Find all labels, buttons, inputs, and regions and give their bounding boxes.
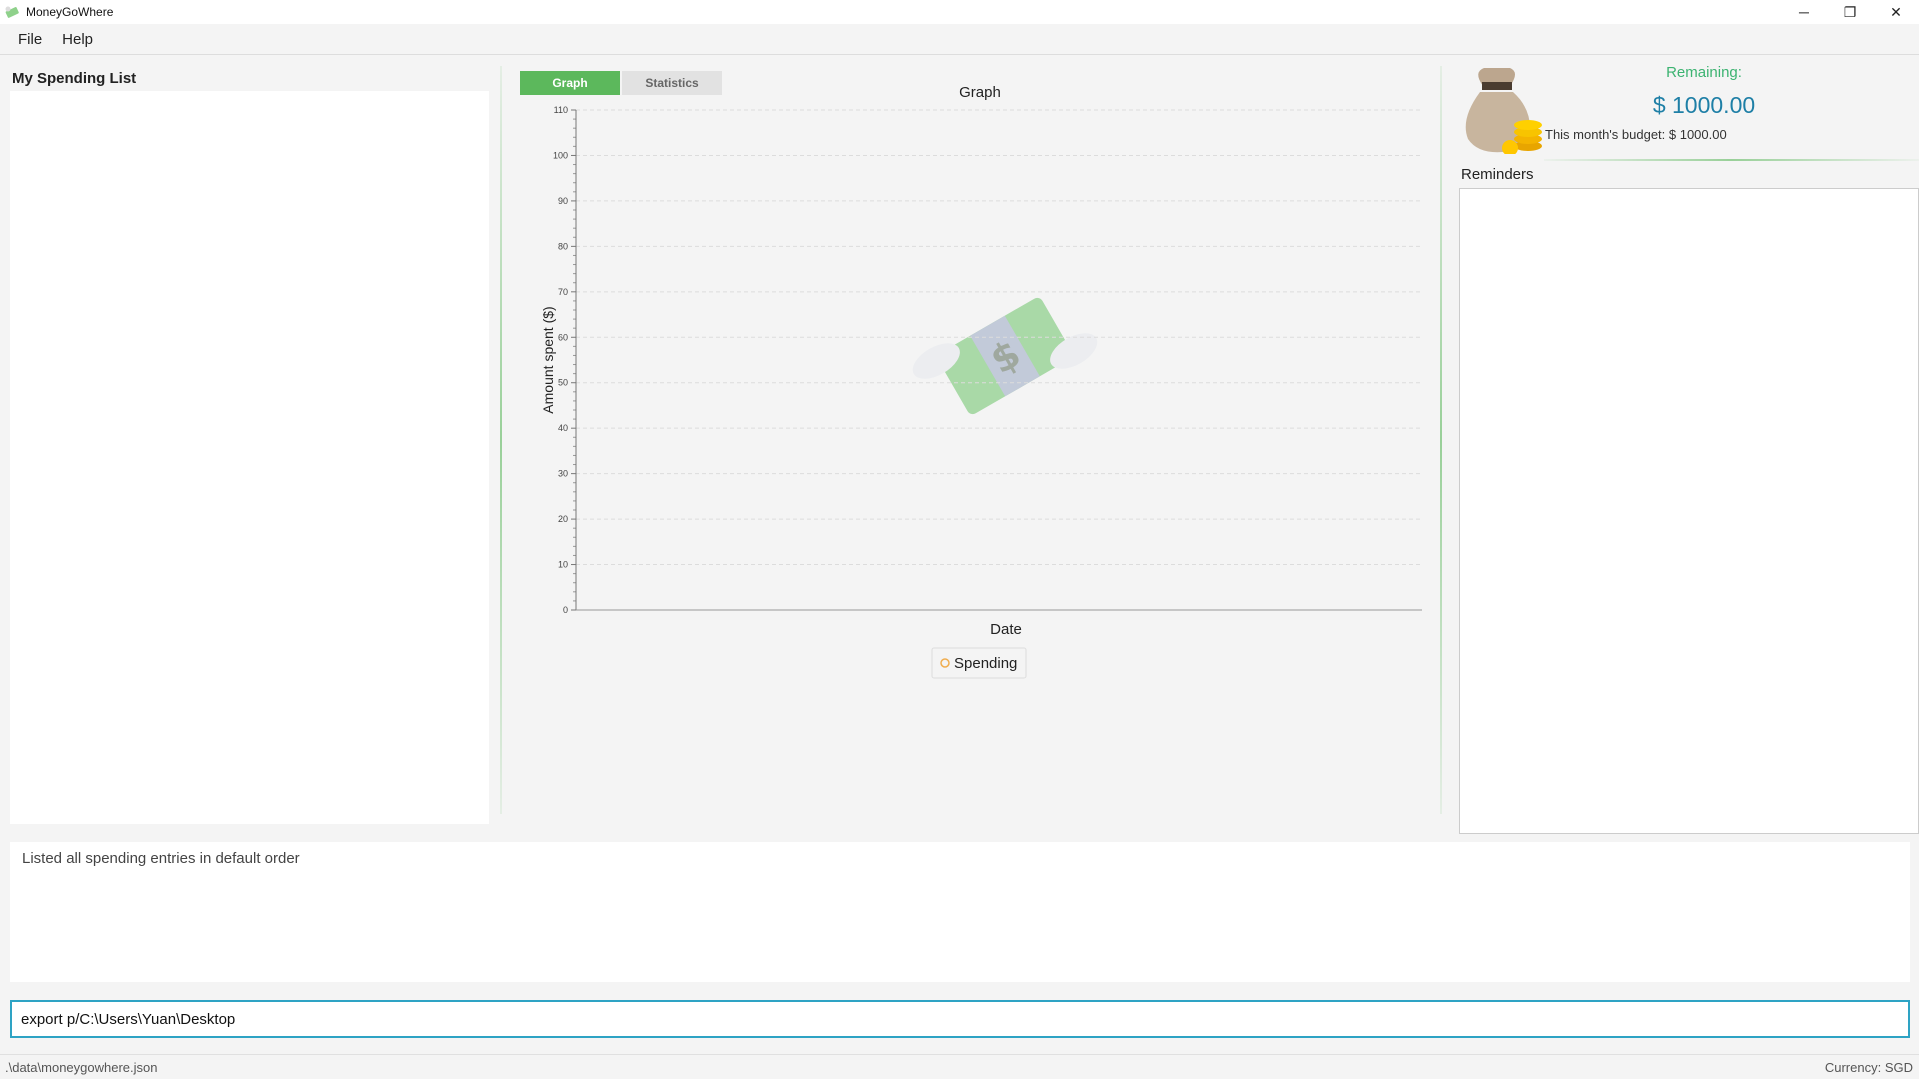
y-tick-label: 100 (553, 150, 568, 160)
y-tick-label: 40 (558, 423, 568, 433)
y-tick-label: 0 (563, 605, 568, 615)
y-tick-label: 50 (558, 378, 568, 388)
monthly-budget: This month's budget: $ 1000.00 (1545, 127, 1727, 142)
y-tick-label: 30 (558, 469, 568, 479)
budget-panel: Remaining: $ 1000.00 This month's budget… (1444, 56, 1919, 836)
y-tick-label: 10 (558, 560, 568, 570)
result-display[interactable]: Listed all spending entries in default o… (10, 842, 1910, 982)
window-title: MoneyGoWhere (26, 5, 114, 19)
spending-list-title: My Spending List (12, 70, 137, 87)
title-bar: MoneyGoWhere ─ ❐ ✕ (0, 0, 1919, 24)
chart-title: Graph (959, 84, 1001, 101)
legend-series-name: Spending (954, 655, 1017, 672)
window-controls: ─ ❐ ✕ (1781, 0, 1919, 24)
graph-panel: Graph Statistics $ 0 10 20 30 40 50 60 70 80 90 10… (500, 56, 1442, 826)
y-tick-label: 90 (558, 196, 568, 206)
budget-summary: Remaining: $ 1000.00 This month's budget… (1444, 56, 1919, 166)
command-input[interactable] (10, 1000, 1910, 1038)
status-bar: .\data\moneygowhere.json Currency: SGD (0, 1054, 1919, 1079)
y-tick-label: 110 (554, 105, 568, 115)
remaining-label: Remaining: (1666, 64, 1742, 81)
minimize-button[interactable]: ─ (1781, 0, 1827, 24)
app-logo-icon (5, 6, 19, 18)
reminders-list[interactable] (1459, 188, 1919, 834)
chart-legend: Spending (931, 647, 1027, 679)
spending-list-panel: My Spending List (0, 56, 498, 826)
budget-divider (1544, 159, 1919, 161)
y-tick-label: 60 (558, 332, 568, 342)
y-axis-label: Amount spent ($) (540, 306, 556, 413)
close-button[interactable]: ✕ (1873, 0, 1919, 24)
x-axis-label: Date (990, 621, 1022, 638)
menu-help[interactable]: Help (52, 31, 103, 48)
spending-chart: $ 0 10 20 30 40 50 60 70 80 90 100 110 Graph Date A… (540, 84, 1422, 679)
y-tick-label: 20 (558, 514, 568, 524)
restore-button[interactable]: ❐ (1827, 0, 1873, 24)
chart-grid (576, 109, 1422, 566)
y-tick-label: 80 (558, 241, 568, 251)
reminders-title: Reminders (1461, 166, 1534, 183)
remaining-amount: $ 1000.00 (1652, 92, 1756, 118)
save-file-path: .\data\moneygowhere.json (5, 1059, 158, 1075)
y-axis: 0 10 20 30 40 50 60 70 80 90 100 110 (553, 105, 576, 615)
menu-file[interactable]: File (8, 31, 52, 48)
currency-indicator: Currency: SGD (1824, 1059, 1913, 1075)
spending-list[interactable] (10, 91, 489, 824)
y-tick-label: 70 (558, 287, 568, 297)
money-bag-icon (1465, 68, 1542, 154)
menu-bar: File Help (0, 24, 1919, 55)
flying-money-icon: $ (912, 297, 1098, 415)
